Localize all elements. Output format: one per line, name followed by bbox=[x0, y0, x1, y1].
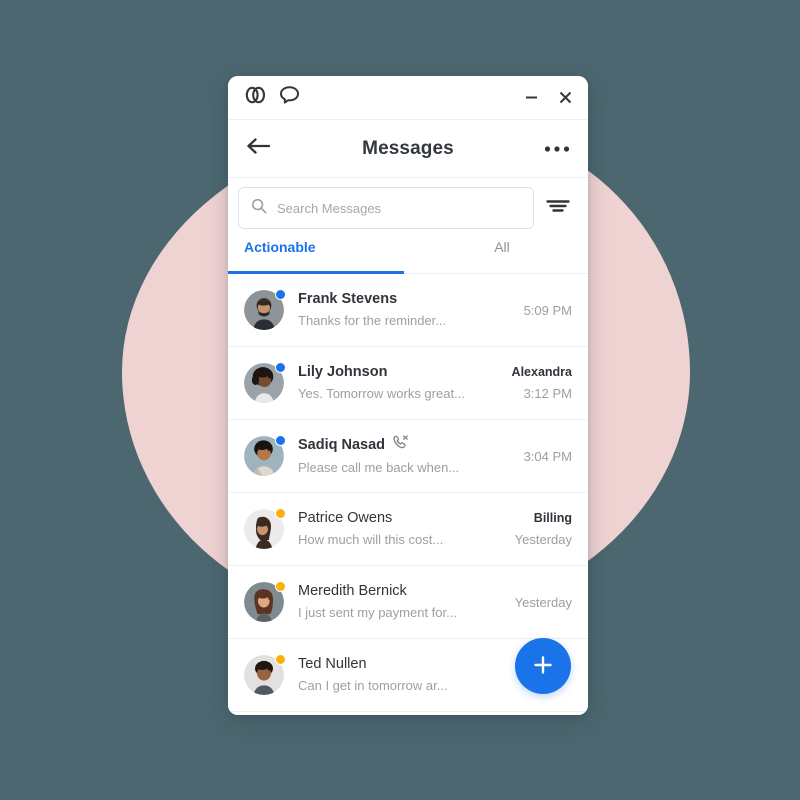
window-titlebar bbox=[228, 76, 588, 120]
unread-badge bbox=[275, 362, 286, 373]
list-item[interactable]: Sadiq Nasad Please call me back when... … bbox=[228, 420, 588, 493]
avatar bbox=[244, 435, 286, 476]
contact-name: Frank Stevens bbox=[298, 291, 398, 307]
tab-actionable-label: Actionable bbox=[244, 239, 316, 255]
plus-icon bbox=[531, 653, 555, 680]
pending-badge bbox=[275, 581, 286, 592]
list-item-content: Frank Stevens Thanks for the reminder... bbox=[298, 289, 512, 331]
unread-badge bbox=[275, 289, 286, 300]
search-box[interactable] bbox=[238, 187, 534, 229]
message-label: Billing bbox=[533, 511, 572, 525]
list-item-name-row: Meredith Bernick bbox=[298, 581, 503, 601]
speech-bubble-icon bbox=[279, 85, 300, 110]
search-icon bbox=[251, 198, 267, 219]
search-row bbox=[228, 178, 588, 238]
pending-badge bbox=[275, 654, 286, 665]
list-item-name-row: Sadiq Nasad bbox=[298, 434, 512, 456]
messages-app-window: Messages Search Messages Actionable All … bbox=[228, 76, 588, 715]
list-item-meta: 3:04 PM bbox=[520, 445, 572, 467]
list-item[interactable]: Frank Stevens Thanks for the reminder...… bbox=[228, 274, 588, 347]
search-input[interactable] bbox=[277, 200, 521, 216]
list-item-content: Sadiq Nasad Please call me back when... bbox=[298, 434, 512, 478]
tab-all-label: All bbox=[494, 239, 510, 255]
avatar bbox=[244, 654, 286, 695]
filter-icon bbox=[546, 197, 570, 220]
list-item-meta: Yesterday bbox=[511, 591, 572, 613]
list-item-name-row: Lily Johnson bbox=[298, 362, 500, 382]
list-item-content: Lily Johnson Yes. Tomorrow works great..… bbox=[298, 362, 500, 404]
page-header: Messages bbox=[228, 120, 588, 178]
list-item-name-row: Frank Stevens bbox=[298, 289, 512, 309]
avatar bbox=[244, 508, 286, 549]
message-time: Yesterday bbox=[514, 532, 572, 547]
missed-call-icon bbox=[392, 434, 409, 456]
contact-name: Ted Nullen bbox=[298, 656, 367, 672]
message-preview: Please call me back when... bbox=[298, 459, 460, 475]
list-item[interactable]: Lily Johnson Yes. Tomorrow works great..… bbox=[228, 347, 588, 420]
message-label: Alexandra bbox=[511, 365, 572, 379]
contact-name: Lily Johnson bbox=[298, 364, 388, 380]
minimize-icon[interactable] bbox=[522, 89, 540, 107]
filter-button[interactable] bbox=[546, 197, 570, 220]
tab-actionable[interactable]: Actionable bbox=[228, 238, 416, 273]
message-preview: Yes. Tomorrow works great... bbox=[298, 386, 465, 401]
message-time: Yesterday bbox=[514, 595, 572, 610]
infinity-loops-icon bbox=[244, 86, 268, 109]
list-item-meta: Billing Yesterday bbox=[511, 508, 572, 550]
list-item-meta: Alexandra 3:12 PM bbox=[508, 362, 572, 404]
message-time: 5:09 PM bbox=[523, 303, 572, 318]
pending-badge bbox=[275, 508, 286, 519]
message-time: 3:12 PM bbox=[523, 386, 572, 401]
contact-name: Patrice Owens bbox=[298, 510, 393, 526]
close-icon[interactable] bbox=[556, 89, 574, 107]
tab-all[interactable]: All bbox=[416, 238, 588, 273]
list-item-meta: 5:09 PM bbox=[520, 299, 572, 321]
list-item-content: Meredith Bernick I just sent my payment … bbox=[298, 581, 503, 623]
contact-name: Sadiq Nasad bbox=[298, 437, 386, 453]
message-preview: I just sent my payment for... bbox=[298, 605, 457, 620]
message-tabs: Actionable All bbox=[228, 238, 588, 274]
list-item-content: Patrice Owens How much will this cost... bbox=[298, 508, 503, 550]
message-preview: How much will this cost... bbox=[298, 532, 444, 547]
back-button[interactable] bbox=[246, 136, 272, 161]
list-item-name-row: Patrice Owens bbox=[298, 508, 503, 528]
more-options-button[interactable] bbox=[544, 140, 570, 158]
list-item[interactable]: Patrice Owens How much will this cost...… bbox=[228, 493, 588, 566]
avatar bbox=[244, 581, 286, 622]
message-time: 3:04 PM bbox=[523, 449, 572, 464]
app-brand bbox=[244, 85, 300, 110]
new-message-button[interactable] bbox=[515, 638, 571, 694]
list-item[interactable]: Meredith Bernick I just sent my payment … bbox=[228, 566, 588, 639]
avatar bbox=[244, 362, 286, 403]
window-controls bbox=[522, 89, 574, 107]
message-preview: Thanks for the reminder... bbox=[298, 313, 447, 328]
page-title: Messages bbox=[362, 137, 454, 159]
arrow-left-icon bbox=[246, 136, 272, 161]
contact-name: Meredith Bernick bbox=[298, 583, 407, 599]
more-horizontal-icon bbox=[544, 140, 570, 158]
avatar bbox=[244, 289, 286, 330]
unread-badge bbox=[275, 435, 286, 446]
active-tab-indicator bbox=[228, 271, 404, 274]
